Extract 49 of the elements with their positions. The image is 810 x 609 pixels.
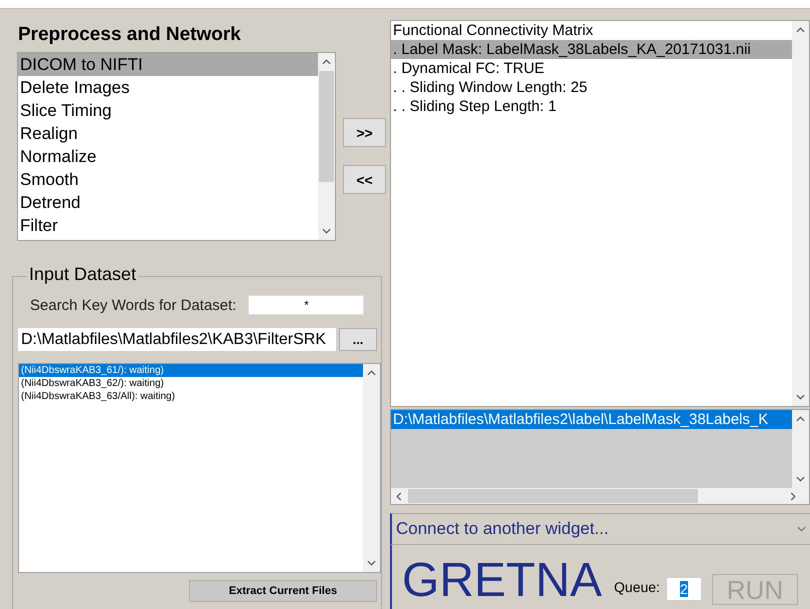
pipeline-item[interactable]: . Label Mask: LabelMask_38Labels_KA_20171031.nii — [391, 40, 792, 59]
module-item[interactable]: Realign — [18, 122, 318, 145]
pipeline-item[interactable]: . . Sliding Window Length: 25 — [391, 78, 792, 97]
vertical-scrollbar[interactable] — [792, 21, 809, 406]
module-item[interactable]: Smooth — [18, 168, 318, 191]
app-logo-text: GRETNA — [402, 555, 602, 607]
module-item[interactable]: Slice Timing — [18, 99, 318, 122]
search-label: Search Key Words for Dataset: — [30, 296, 236, 314]
module-item[interactable]: Delete Images — [18, 76, 318, 99]
module-item[interactable]: Detrend — [18, 191, 318, 214]
subject-item[interactable]: (Nii4DbswraKAB3_62/): waiting) — [19, 377, 363, 390]
connect-dropdown[interactable]: Connect to another widget... — [390, 513, 810, 545]
pipeline-item[interactable]: . Dynamical FC: TRUE — [391, 59, 792, 78]
horizontal-scrollbar[interactable] — [391, 488, 809, 504]
value-list[interactable]: D:\Matlabfiles\Matlabfiles2\label\LabelMask_38Labels_K — [390, 409, 810, 505]
scroll-down-icon[interactable] — [367, 560, 376, 566]
pipeline-list[interactable]: Functional Connectivity Matrix . Label Mask: LabelMask_38Labels_KA_20171031.nii . Dynamical FC: TRUE . . Sliding Window Length: 25 . . Sliding Step Length: 1 — [390, 20, 810, 407]
path-field[interactable]: D:\Matlabfiles\Matlabfiles2\KAB3\FilterSRK — [18, 328, 336, 351]
scroll-up-icon[interactable] — [796, 416, 805, 422]
vertical-scrollbar[interactable] — [363, 364, 380, 572]
scroll-left-icon[interactable] — [396, 492, 402, 500]
scroll-down-icon[interactable] — [796, 476, 805, 482]
scroll-up-icon[interactable] — [367, 370, 376, 376]
scroll-down-icon[interactable] — [796, 394, 805, 400]
vertical-scrollbar[interactable] — [318, 53, 335, 240]
search-field[interactable]: * — [248, 295, 364, 315]
move-button[interactable]: << — [343, 165, 386, 194]
browse-button[interactable]: ... — [339, 328, 377, 351]
extract-button[interactable]: Extract Current Files — [189, 580, 377, 602]
subject-item[interactable]: (Nii4DbswraKAB3_61/): waiting) — [19, 364, 363, 377]
scroll-down-icon[interactable] — [322, 228, 331, 234]
queue-label: Queue: — [614, 579, 660, 595]
subject-item[interactable]: (Nii4DbswraKAB3_63/All): waiting) — [19, 390, 363, 403]
pipeline-item[interactable]: Functional Connectivity Matrix — [391, 21, 792, 40]
module-item[interactable]: DICOM to NIFTI — [18, 53, 318, 76]
scroll-up-icon[interactable] — [322, 59, 331, 65]
scroll-right-icon[interactable] — [790, 492, 796, 500]
module-item[interactable]: Filter — [18, 214, 318, 237]
pipeline-item[interactable]: . . Sliding Step Length: 1 — [391, 97, 792, 116]
module-list[interactable]: DICOM to NIFTI Delete Images Slice Timing Realign Normalize Smooth Detrend Filter — [17, 52, 336, 241]
move-button[interactable]: >> — [343, 118, 386, 147]
panel-title: Preprocess and Network — [18, 24, 242, 47]
module-item[interactable]: Normalize — [18, 145, 318, 168]
queue-field[interactable]: 2 — [666, 577, 702, 601]
subject-list[interactable]: (Nii4DbswraKAB3_61/): waiting) (Nii4DbswraKAB3_62/): waiting) (Nii4DbswraKAB3_63/All): waiting) — [18, 363, 381, 573]
scroll-up-icon[interactable] — [796, 27, 805, 33]
value-item[interactable]: D:\Matlabfiles\Matlabfiles2\label\LabelMask_38Labels_K — [391, 410, 792, 429]
dropdown-caret-icon — [797, 526, 806, 532]
vertical-scrollbar[interactable] — [792, 410, 809, 488]
